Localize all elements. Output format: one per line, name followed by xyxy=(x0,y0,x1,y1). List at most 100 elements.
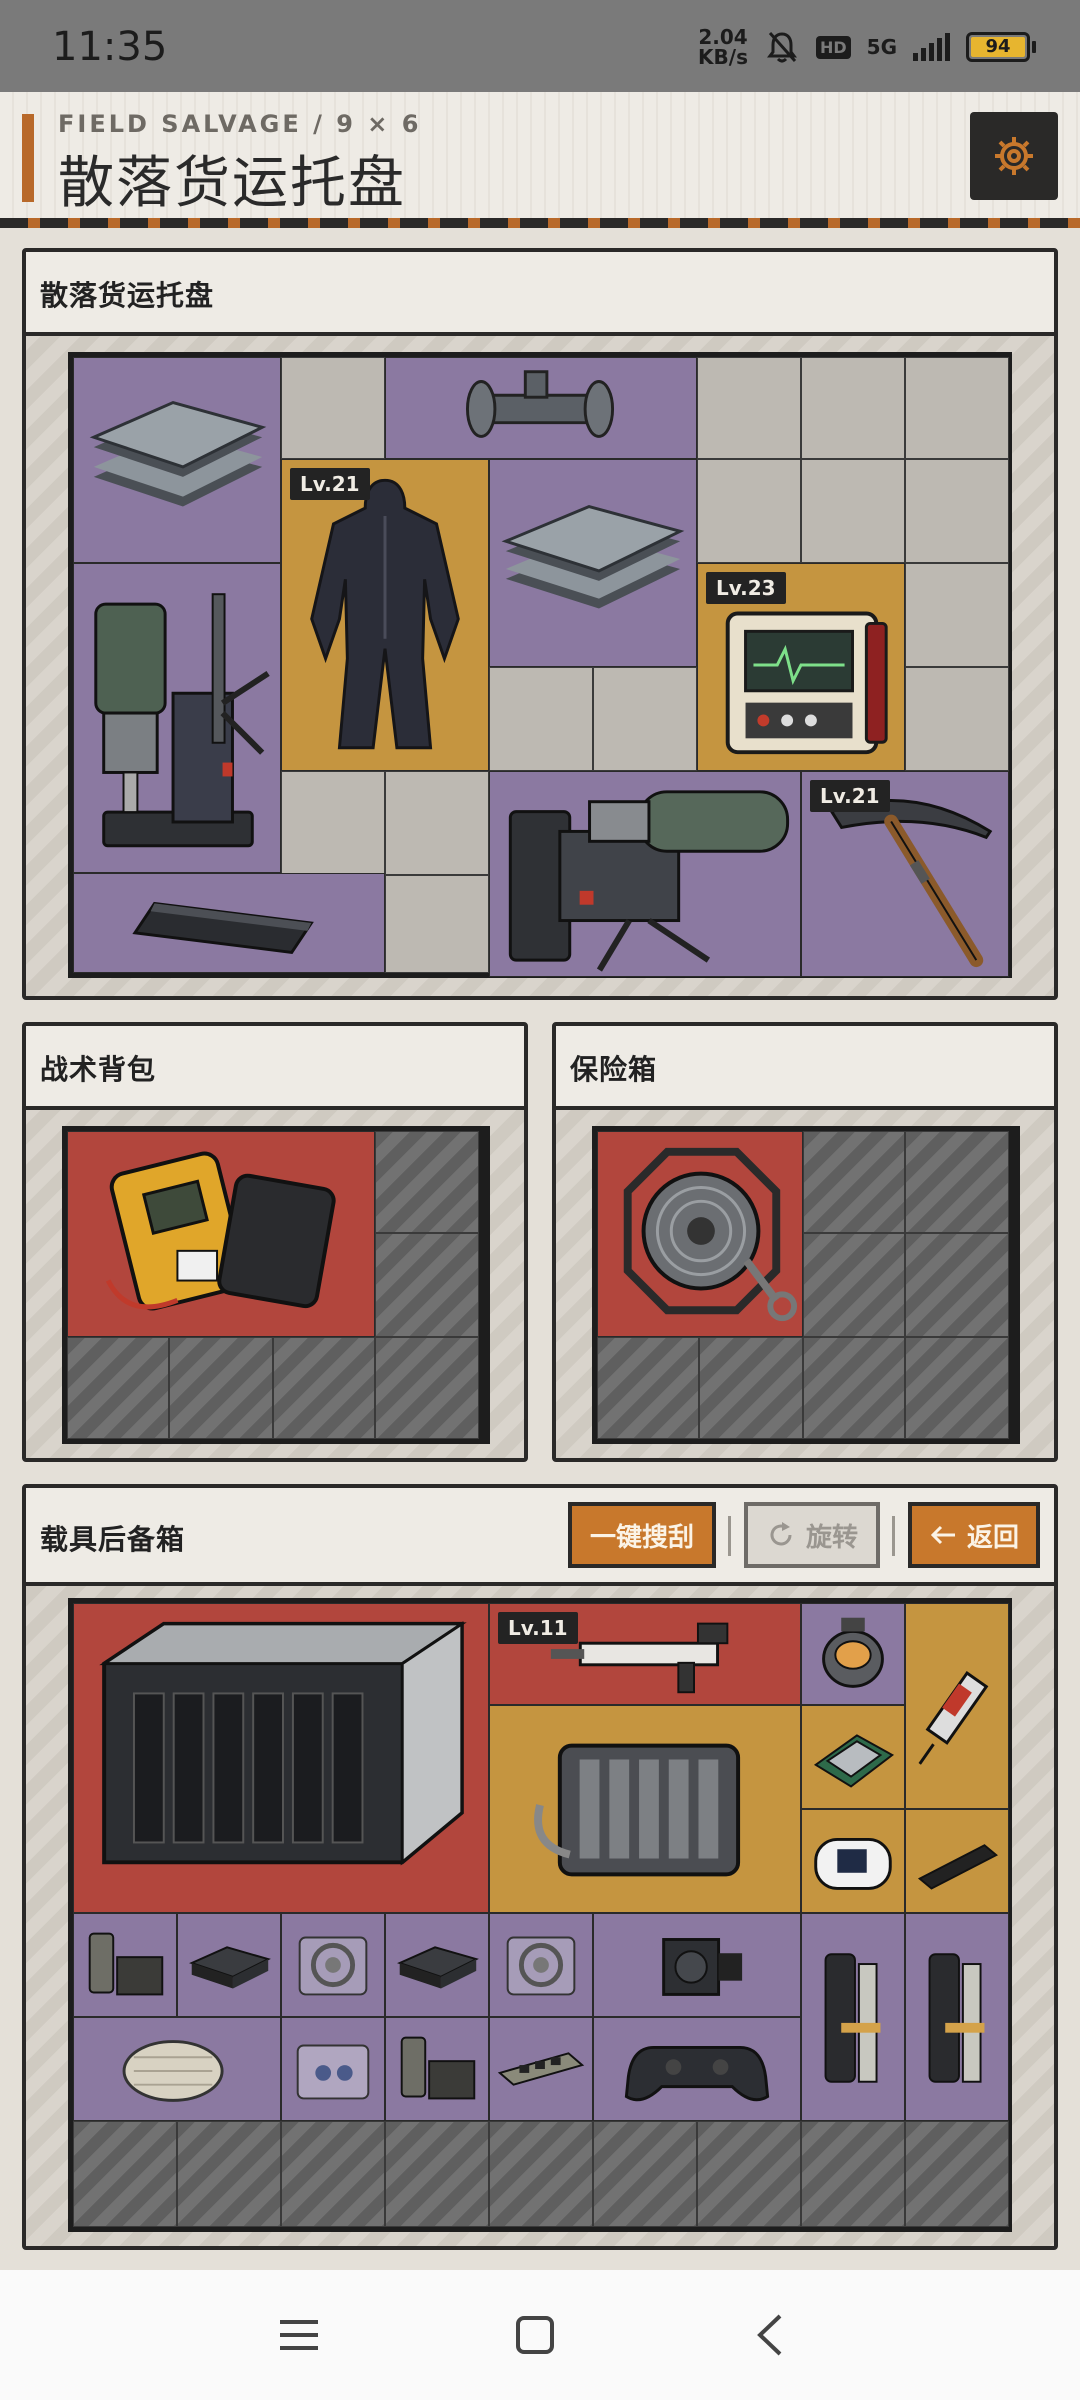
nas-server-icon xyxy=(99,1621,467,1866)
item-level-badge: Lv.21 xyxy=(810,780,890,812)
drill-rig-icon xyxy=(508,790,790,972)
item-smart-lock[interactable] xyxy=(905,1913,1009,2121)
pallet-panel-header: 散落货运托盘 xyxy=(26,252,1054,336)
item-vital-monitor[interactable]: Lv.23 xyxy=(697,563,905,771)
pallet-title: 散落货运托盘 xyxy=(40,279,215,312)
button-separator xyxy=(892,1516,895,1556)
tactical-suit-icon xyxy=(310,478,460,750)
item-defibrillator-case[interactable] xyxy=(67,1131,375,1337)
item-level-badge: Lv.21 xyxy=(290,468,370,500)
memory-module-icon xyxy=(497,2052,585,2086)
metal-plates-icon xyxy=(89,400,267,507)
empty-slot[interactable] xyxy=(801,459,905,563)
item-nas-server[interactable] xyxy=(73,1603,489,1913)
item-metal-plates[interactable] xyxy=(489,459,697,667)
empty-slot[interactable] xyxy=(697,357,801,459)
page-header: FIELD SALVAGE / 9 × 6 散落货运托盘 xyxy=(0,92,1080,226)
empty-slot[interactable] xyxy=(489,667,593,771)
pipe-fitting-icon xyxy=(466,370,615,438)
gear-icon xyxy=(995,137,1033,175)
item-pipe-fitting[interactable] xyxy=(385,357,697,459)
settings-button[interactable] xyxy=(970,112,1058,200)
item-servo-motor[interactable] xyxy=(593,1913,801,2017)
empty-slot[interactable] xyxy=(385,875,489,973)
locked-slot xyxy=(375,1131,479,1233)
header-subtitle: FIELD SALVAGE / 9 × 6 xyxy=(58,110,422,138)
locked-slot xyxy=(177,2121,281,2227)
metal-plates-icon xyxy=(501,504,685,609)
empty-slot[interactable] xyxy=(697,459,801,563)
item-cpu-chip[interactable] xyxy=(801,1705,905,1809)
mini-pc-icon xyxy=(189,1946,271,1989)
empty-slot[interactable] xyxy=(281,771,385,875)
pallet-panel: 散落货运托盘 Lv.21 Lv.23 Lv.21 xyxy=(22,248,1058,1000)
item-rifle[interactable]: Lv.11 xyxy=(489,1603,801,1705)
item-toolbox[interactable] xyxy=(385,2017,489,2121)
locked-slot xyxy=(803,1337,905,1439)
empty-slot[interactable] xyxy=(385,771,489,875)
empty-slot[interactable] xyxy=(905,459,1009,563)
safe-grid xyxy=(592,1126,1020,1444)
network-speed: 2.04 KB/s xyxy=(698,25,748,69)
item-mini-pc[interactable] xyxy=(385,1913,489,2017)
item-smart-lock[interactable] xyxy=(801,1913,905,2121)
backpack-panel-header: 战术背包 xyxy=(26,1026,524,1110)
smart-lock-icon xyxy=(824,1953,881,2083)
page-title: 散落货运托盘 xyxy=(58,151,406,216)
item-bearing-box[interactable] xyxy=(489,1913,593,2017)
empty-slot[interactable] xyxy=(905,563,1009,667)
item-memory-module[interactable] xyxy=(489,2017,593,2121)
bearing-box-icon xyxy=(298,1936,368,1996)
empty-slot[interactable] xyxy=(593,667,697,771)
item-bearing-box[interactable] xyxy=(281,1913,385,2017)
back-button[interactable]: 返回 xyxy=(908,1502,1040,1568)
locked-slot xyxy=(699,1337,803,1439)
item-magnetic-drill[interactable] xyxy=(73,563,281,873)
bearing-box-icon xyxy=(506,1936,576,1996)
home-icon[interactable] xyxy=(510,2310,560,2360)
system-nav-bar xyxy=(0,2270,1080,2400)
locked-slot xyxy=(905,1233,1009,1337)
item-metal-plates[interactable] xyxy=(73,357,281,563)
cpu-chip-icon xyxy=(813,1734,895,1788)
item-pulse-oximeter[interactable] xyxy=(801,1809,905,1913)
back-icon[interactable] xyxy=(746,2310,796,2360)
mini-pc-icon xyxy=(397,1946,479,1989)
menu-icon[interactable] xyxy=(274,2310,324,2360)
locked-slot xyxy=(593,2121,697,2227)
header-divider xyxy=(0,218,1080,228)
item-bandage-roll[interactable] xyxy=(73,2017,281,2121)
item-gamepad[interactable] xyxy=(593,2017,801,2121)
mute-bell-icon xyxy=(766,32,797,63)
item-toolbox[interactable] xyxy=(73,1913,177,2017)
item-parts-box[interactable] xyxy=(281,2017,385,2121)
bandage-roll-icon xyxy=(122,2040,224,2102)
locked-slot xyxy=(597,1337,699,1439)
locked-slot xyxy=(801,2121,905,2227)
item-level-badge: Lv.23 xyxy=(706,572,786,604)
item-ssd-stick[interactable] xyxy=(905,1809,1009,1913)
trunk-grid: Lv.11 xyxy=(68,1598,1012,2232)
item-reactor-core[interactable] xyxy=(801,1603,905,1705)
reactor-core-icon xyxy=(822,1617,884,1688)
item-engine-block[interactable] xyxy=(489,1705,801,1913)
rotate-button[interactable]: 旋转 xyxy=(744,1502,880,1568)
item-tactical-suit[interactable]: Lv.21 xyxy=(281,459,489,771)
locked-slot xyxy=(73,2121,177,2227)
item-pickaxe[interactable]: Lv.21 xyxy=(801,771,1009,977)
empty-slot[interactable] xyxy=(905,667,1009,771)
search-all-button[interactable]: 一键搜刮 xyxy=(568,1502,716,1568)
empty-slot[interactable] xyxy=(905,357,1009,459)
item-portable-printer[interactable] xyxy=(73,873,385,973)
toolbox-icon xyxy=(400,2036,476,2100)
defibrillator-case-icon xyxy=(105,1151,336,1311)
item-mini-pc[interactable] xyxy=(177,1913,281,2017)
item-drill-rig[interactable] xyxy=(489,771,801,977)
safe-title: 保险箱 xyxy=(570,1053,658,1086)
item-cable-reel[interactable] xyxy=(597,1131,803,1337)
empty-slot[interactable] xyxy=(801,357,905,459)
ssd-stick-icon xyxy=(917,1844,998,1890)
empty-slot[interactable] xyxy=(281,357,385,459)
rotate-label: 旋转 xyxy=(805,1522,858,1553)
item-syringe[interactable] xyxy=(905,1603,1009,1809)
